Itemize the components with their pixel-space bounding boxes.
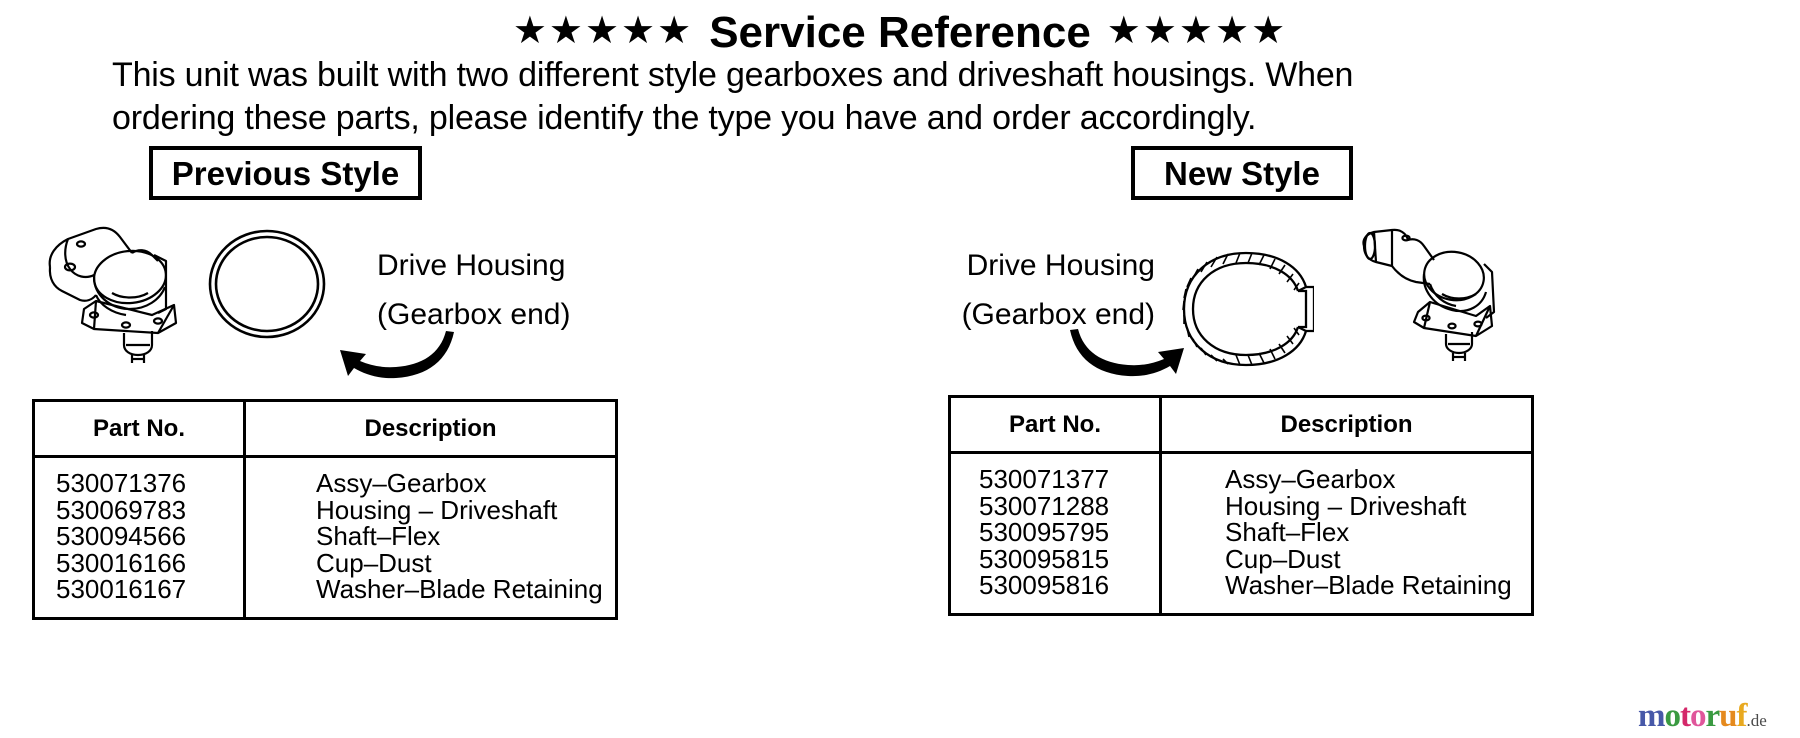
table-header-row: Part No. Description bbox=[951, 398, 1531, 454]
part-no-value: 530071376 bbox=[56, 468, 187, 498]
watermark-suffix: .de bbox=[1746, 711, 1767, 730]
header-description: Description bbox=[1160, 398, 1531, 454]
previous-drive-housing-ring-illustration bbox=[204, 226, 330, 347]
part-no-value: 530095815 bbox=[979, 543, 1110, 574]
new-figure-label-line-1: Drive Housing bbox=[966, 249, 1155, 282]
title-stars-left: ★★★★★ bbox=[512, 10, 694, 52]
part-no-cell: 530071377 530071288 530095795 530095815 … bbox=[951, 452, 1162, 613]
table-row: 530071376 530069783 530094566 530016166 … bbox=[35, 456, 616, 617]
watermark-letter: m bbox=[1638, 698, 1665, 734]
previous-figure-label-line-2: (Gearbox end) bbox=[377, 298, 571, 331]
intro-line-1: This unit was built with two different s… bbox=[112, 56, 1354, 94]
description-value: Housing – Driveshaft bbox=[316, 494, 558, 525]
header-part-no: Part No. bbox=[951, 398, 1162, 454]
table-header-row: Part No. Description bbox=[35, 402, 615, 458]
description-value: Washer–Blade Retaining bbox=[316, 574, 603, 604]
previous-gearbox-illustration bbox=[34, 205, 184, 370]
description-cell: Assy–Gearbox Housing – Driveshaft Shaft–… bbox=[245, 457, 616, 617]
title-stars-right: ★★★★★ bbox=[1106, 10, 1288, 52]
new-style-parts-table: Part No. Description 530071377 530071288… bbox=[948, 395, 1534, 616]
part-no-value: 530095816 bbox=[979, 570, 1110, 600]
watermark-letter: o bbox=[1664, 698, 1681, 734]
part-no-value: 530071377 bbox=[979, 464, 1110, 494]
part-no-value: 530069783 bbox=[56, 494, 187, 525]
new-drive-housing-ring-illustration bbox=[1178, 249, 1316, 374]
watermark-letter: r bbox=[1705, 698, 1721, 734]
previous-figure-label-line-1: Drive Housing bbox=[377, 249, 566, 282]
watermark-letter: u bbox=[1719, 698, 1737, 734]
motoruf-watermark: motoruf.de bbox=[1638, 700, 1767, 737]
part-no-value: 530094566 bbox=[56, 521, 187, 551]
part-no-value: 530095795 bbox=[979, 517, 1110, 547]
new-figure-label: Drive Housing (Gearbox end) bbox=[960, 241, 1155, 339]
part-no-value: 530071288 bbox=[979, 490, 1110, 521]
page-title: ★★★★★ Service Reference ★★★★★ bbox=[0, 8, 1800, 58]
description-value: Shaft–Flex bbox=[1225, 517, 1350, 547]
description-value: Washer–Blade Retaining bbox=[1225, 570, 1512, 600]
previous-style-label-box: Previous Style bbox=[149, 146, 422, 200]
description-value: Assy–Gearbox bbox=[316, 468, 487, 498]
part-no-value: 530016167 bbox=[56, 574, 187, 604]
previous-figure-label: Drive Housing (Gearbox end) bbox=[377, 241, 570, 339]
description-value: Assy–Gearbox bbox=[1225, 464, 1396, 494]
watermark-letter: f bbox=[1736, 698, 1748, 734]
description-value: Housing – Driveshaft bbox=[1225, 490, 1467, 521]
title-label: Service Reference bbox=[709, 8, 1091, 57]
header-part-no: Part No. bbox=[35, 402, 246, 458]
intro-paragraph: This unit was built with two different s… bbox=[112, 54, 1712, 140]
watermark-letter: o bbox=[1690, 698, 1706, 734]
new-style-label-box: New Style bbox=[1131, 146, 1353, 200]
description-value: Cup–Dust bbox=[316, 547, 432, 578]
intro-line-2: ordering these parts, please identify th… bbox=[112, 99, 1257, 137]
new-gearbox-illustration bbox=[1358, 228, 1500, 368]
description-cell: Assy–Gearbox Housing – Driveshaft Shaft–… bbox=[1161, 453, 1532, 613]
part-no-cell: 530071376 530069783 530094566 530016166 … bbox=[35, 456, 246, 617]
watermark-letter: t bbox=[1680, 698, 1691, 734]
table-row: 530071377 530071288 530095795 530095815 … bbox=[951, 452, 1532, 613]
previous-style-parts-table: Part No. Description 530071376 530069783… bbox=[32, 399, 618, 620]
description-value: Shaft–Flex bbox=[316, 521, 441, 551]
header-description: Description bbox=[244, 402, 615, 458]
part-no-value: 530016166 bbox=[56, 547, 187, 578]
description-value: Cup–Dust bbox=[1225, 543, 1341, 574]
